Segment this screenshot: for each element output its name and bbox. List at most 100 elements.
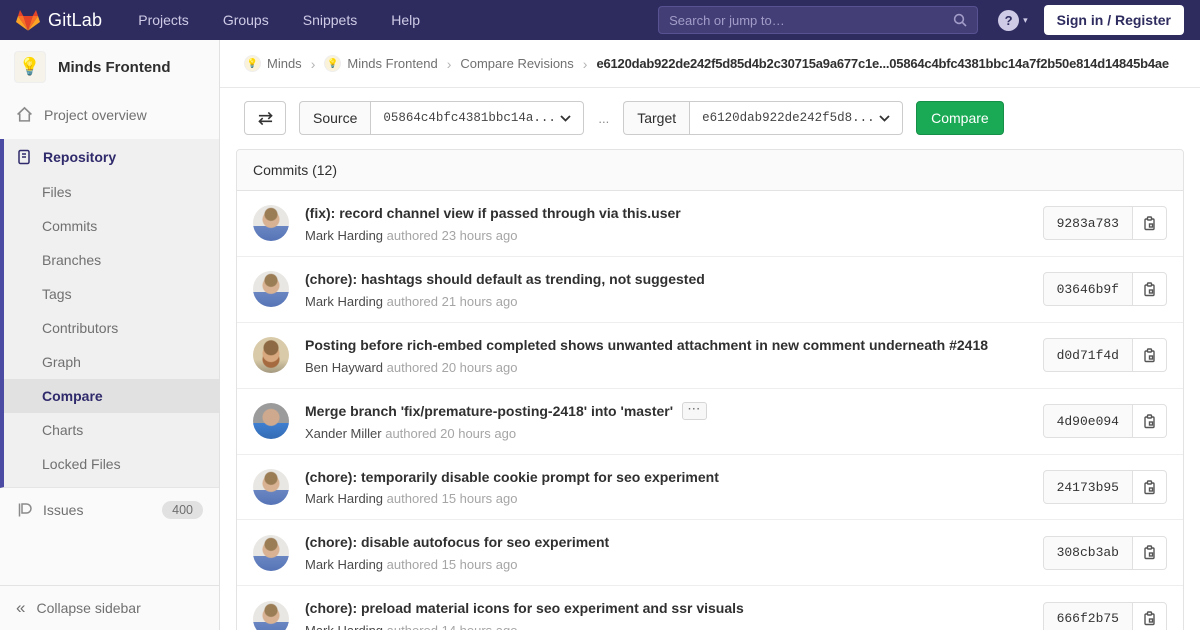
commit-title[interactable]: (fix): record channel view if passed thr… bbox=[305, 204, 1027, 223]
source-revision-value: 05864c4bfc4381bbc14a... bbox=[383, 111, 556, 125]
toggle-commit-description-button[interactable]: ··· bbox=[682, 402, 707, 420]
global-search[interactable] bbox=[658, 6, 978, 34]
author-avatar[interactable] bbox=[253, 403, 289, 439]
sidebar-item-repository[interactable]: Repository bbox=[4, 139, 219, 175]
commit-authored-time: authored 21 hours ago bbox=[387, 294, 518, 309]
sidebar-item-charts[interactable]: Charts bbox=[4, 413, 219, 447]
copy-sha-button[interactable] bbox=[1133, 536, 1167, 570]
sidebar-item-files[interactable]: Files bbox=[4, 175, 219, 209]
copy-sha-button[interactable] bbox=[1133, 602, 1167, 630]
project-context-header[interactable]: 💡 Minds Frontend bbox=[0, 40, 219, 96]
commit-author[interactable]: Ben Hayward bbox=[305, 360, 383, 375]
commit-sha[interactable]: 666f2b75 bbox=[1043, 602, 1133, 630]
issues-icon bbox=[16, 502, 32, 518]
commit-title[interactable]: (chore): temporarily disable cookie prom… bbox=[305, 468, 1027, 487]
commit-authored-time: authored 15 hours ago bbox=[387, 557, 518, 572]
commit-meta: Xander Miller authored 20 hours ago bbox=[305, 426, 1027, 441]
question-mark-icon: ? bbox=[998, 10, 1019, 31]
commit-title[interactable]: (chore): preload material icons for seo … bbox=[305, 599, 1027, 618]
author-avatar[interactable] bbox=[253, 535, 289, 571]
breadcrumb: 💡 Minds › 💡 Minds Frontend › Compare Rev… bbox=[220, 40, 1200, 88]
revision-range-separator: ... bbox=[598, 111, 609, 126]
sign-in-register-button[interactable]: Sign in / Register bbox=[1044, 5, 1184, 35]
commit-authored-time: authored 23 hours ago bbox=[387, 228, 518, 243]
breadcrumb-separator: › bbox=[583, 56, 588, 72]
commit-sha[interactable]: 4d90e094 bbox=[1043, 404, 1133, 438]
commit-row: (chore): temporarily disable cookie prom… bbox=[237, 454, 1183, 520]
nav-link-projects[interactable]: Projects bbox=[138, 12, 189, 28]
help-menu[interactable]: ? ▾ bbox=[998, 10, 1028, 31]
search-input[interactable] bbox=[669, 13, 953, 28]
nav-link-snippets[interactable]: Snippets bbox=[303, 12, 357, 28]
collapse-sidebar-button[interactable]: « Collapse sidebar bbox=[0, 586, 219, 630]
gitlab-logo[interactable]: GitLab bbox=[16, 8, 102, 32]
author-avatar[interactable] bbox=[253, 271, 289, 307]
sidebar-item-project-overview[interactable]: Project overview bbox=[0, 96, 219, 133]
nav-link-groups[interactable]: Groups bbox=[223, 12, 269, 28]
commit-meta: Mark Harding authored 14 hours ago bbox=[305, 623, 1027, 630]
sidebar-item-compare[interactable]: Compare bbox=[4, 379, 219, 413]
sidebar-item-contributors[interactable]: Contributors bbox=[4, 311, 219, 345]
breadcrumb-item-minds[interactable]: 💡 Minds bbox=[244, 55, 302, 72]
home-icon bbox=[16, 106, 33, 123]
copy-sha-button[interactable] bbox=[1133, 206, 1167, 240]
source-revision-group: Source 05864c4bfc4381bbc14a... bbox=[299, 101, 584, 135]
sidebar-item-branches[interactable]: Branches bbox=[4, 243, 219, 277]
commit-title[interactable]: Posting before rich-embed completed show… bbox=[305, 336, 1027, 355]
commit-author[interactable]: Mark Harding bbox=[305, 623, 383, 630]
copy-sha-button[interactable] bbox=[1133, 338, 1167, 372]
commit-author[interactable]: Mark Harding bbox=[305, 294, 383, 309]
commit-sha[interactable]: 24173b95 bbox=[1043, 470, 1133, 504]
sidebar-item-label: Repository bbox=[43, 149, 116, 165]
breadcrumb-label: Compare Revisions bbox=[460, 56, 573, 71]
commit-sha[interactable]: 9283a783 bbox=[1043, 206, 1133, 240]
double-chevron-left-icon: « bbox=[16, 603, 25, 613]
breadcrumb-item-minds-frontend[interactable]: 💡 Minds Frontend bbox=[324, 55, 437, 72]
group-avatar: 💡 bbox=[244, 55, 261, 72]
commit-row: Merge branch 'fix/premature-posting-2418… bbox=[237, 388, 1183, 454]
copy-sha-button[interactable] bbox=[1133, 272, 1167, 306]
commit-title[interactable]: (chore): disable autofocus for seo exper… bbox=[305, 533, 1027, 552]
commit-author[interactable]: Xander Miller bbox=[305, 426, 382, 441]
copy-sha-button[interactable] bbox=[1133, 404, 1167, 438]
commits-panel: Commits (12) (fix): record channel view … bbox=[236, 149, 1184, 630]
document-icon bbox=[16, 149, 32, 165]
navbar-links: Projects Groups Snippets Help bbox=[138, 12, 420, 28]
copy-sha-button[interactable] bbox=[1133, 470, 1167, 504]
nav-link-help[interactable]: Help bbox=[391, 12, 420, 28]
swap-revisions-button[interactable] bbox=[244, 101, 286, 135]
commit-author[interactable]: Mark Harding bbox=[305, 228, 383, 243]
target-revision-dropdown[interactable]: e6120dab922de242f5d8... bbox=[689, 101, 903, 135]
commit-title[interactable]: (chore): hashtags should default as tren… bbox=[305, 270, 1027, 289]
commit-sha[interactable]: 03646b9f bbox=[1043, 272, 1133, 306]
sidebar-item-issues[interactable]: Issues 400 bbox=[0, 488, 219, 532]
sidebar-item-tags[interactable]: Tags bbox=[4, 277, 219, 311]
commit-meta: Mark Harding authored 15 hours ago bbox=[305, 557, 1027, 572]
commit-row: Posting before rich-embed completed show… bbox=[237, 322, 1183, 388]
author-avatar[interactable] bbox=[253, 601, 289, 630]
author-avatar[interactable] bbox=[253, 469, 289, 505]
commit-sha[interactable]: d0d71f4d bbox=[1043, 338, 1133, 372]
commits-panel-header: Commits (12) bbox=[237, 150, 1183, 191]
breadcrumb-label: Minds Frontend bbox=[347, 56, 437, 71]
commit-meta: Mark Harding authored 23 hours ago bbox=[305, 228, 1027, 243]
author-avatar[interactable] bbox=[253, 337, 289, 373]
breadcrumb-label: Minds bbox=[267, 56, 302, 71]
project-avatar: 💡 bbox=[324, 55, 341, 72]
source-revision-dropdown[interactable]: 05864c4bfc4381bbc14a... bbox=[370, 101, 584, 135]
breadcrumb-item-compare-revisions[interactable]: Compare Revisions bbox=[460, 56, 573, 71]
target-label: Target bbox=[623, 101, 689, 135]
sidebar-item-graph[interactable]: Graph bbox=[4, 345, 219, 379]
commit-sha[interactable]: 308cb3ab bbox=[1043, 536, 1133, 570]
commit-author[interactable]: Mark Harding bbox=[305, 557, 383, 572]
sidebar-item-commits[interactable]: Commits bbox=[4, 209, 219, 243]
commit-author[interactable]: Mark Harding bbox=[305, 491, 383, 506]
commit-authored-time: authored 14 hours ago bbox=[387, 623, 518, 630]
project-avatar: 💡 bbox=[14, 51, 46, 83]
compare-button[interactable]: Compare bbox=[916, 101, 1004, 135]
author-avatar[interactable] bbox=[253, 205, 289, 241]
target-revision-group: Target e6120dab922de242f5d8... bbox=[623, 101, 903, 135]
sidebar-item-locked-files[interactable]: Locked Files bbox=[4, 447, 219, 481]
breadcrumb-current-revision-range: e6120dab922de242f5d85d4b2c30715a9a677c1e… bbox=[596, 56, 1168, 71]
commit-title[interactable]: Merge branch 'fix/premature-posting-2418… bbox=[305, 402, 1027, 421]
